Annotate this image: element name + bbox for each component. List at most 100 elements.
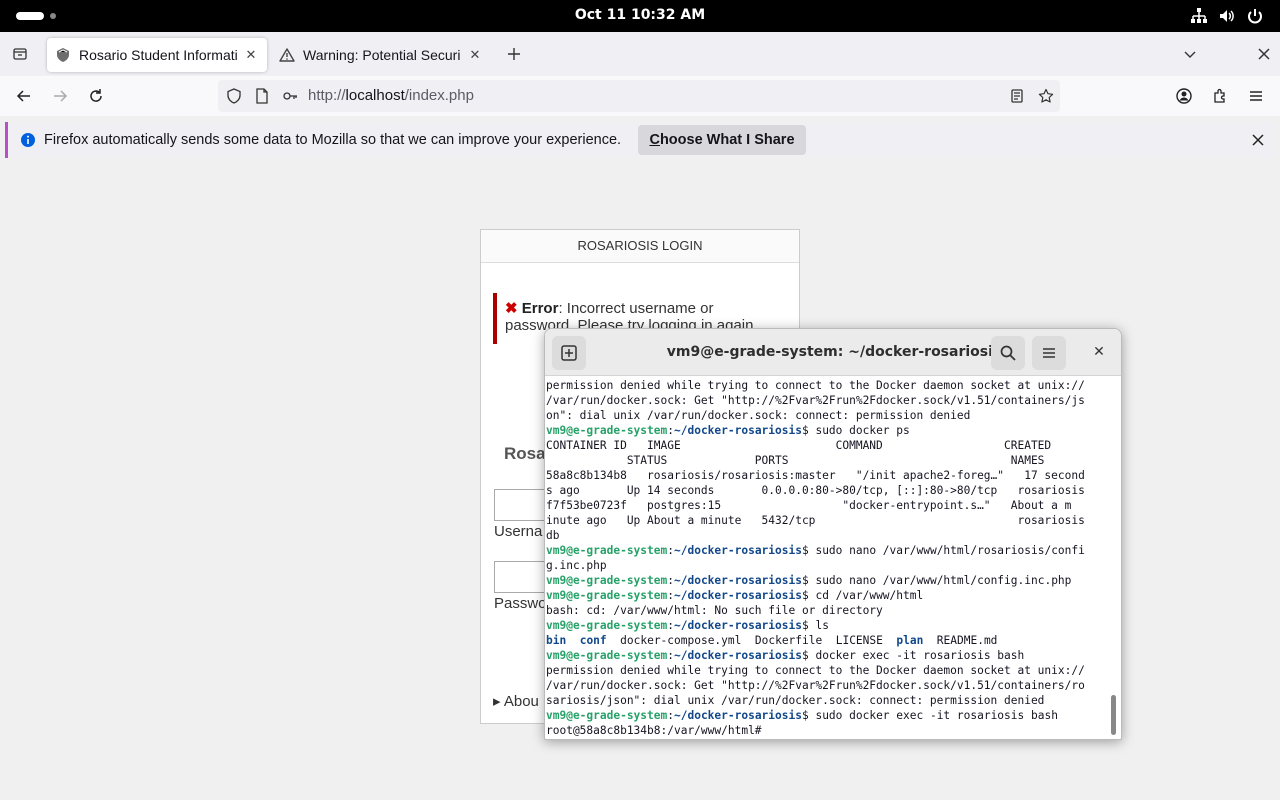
ls-file: README.md [936,634,998,647]
terminal-search-button[interactable] [991,336,1025,370]
ls-file: docker-compose.yml [620,634,742,647]
ls-gap [923,634,936,647]
prompt-path: ~/docker-rosariosis [674,619,802,632]
close-icon[interactable]: ✕ [243,47,259,63]
terminal-close-icon[interactable]: ✕ [1090,343,1108,361]
url-bar[interactable]: http://localhost/index.php [218,80,1060,112]
terminal-line: vm9@e-grade-system:~/docker-rosariosis$ … [546,573,1108,588]
account-icon[interactable] [1170,82,1198,110]
tab-list-chevron-down-icon[interactable] [1176,40,1204,68]
prompt-sep: : [667,544,674,557]
url-scheme: http:// [308,87,346,104]
ls-directory: plan [896,634,924,647]
prompt-path: ~/docker-rosariosis [674,649,802,662]
ls-directory: bin [546,634,567,647]
hamburger-menu-icon[interactable] [1242,82,1270,110]
ls-gap [566,634,579,647]
terminal-line: vm9@e-grade-system:~/docker-rosariosis$ … [546,648,1108,663]
prompt-path: ~/docker-rosariosis [674,574,802,587]
power-icon[interactable] [1246,7,1264,25]
reader-view-icon[interactable] [1003,82,1031,110]
page-icon[interactable] [248,82,276,110]
back-arrow-icon[interactable] [10,82,38,110]
terminal-line: CONTAINER ID IMAGE COMMAND CREATED [546,438,1108,453]
terminal-line: vm9@e-grade-system:~/docker-rosariosis$ … [546,423,1108,438]
output-text: f7f53be0723f postgres:15 "docker-entrypo… [546,499,1072,512]
command-text: $ cd /var/www/html [801,589,924,602]
terminal-line: /var/run/docker.sock: Get "http://%2Fvar… [546,678,1108,693]
network-icon[interactable] [1190,7,1208,25]
rosario-favicon-icon [55,47,71,63]
terminal-line: permission denied while trying to connec… [546,663,1108,678]
new-tab-icon[interactable] [500,40,528,68]
hamburger-icon [1040,344,1058,362]
forward-arrow-icon[interactable] [46,82,74,110]
close-icon[interactable]: ✕ [467,47,483,63]
command-text: $ sudo nano /var/www/html/rosariosis/con… [801,544,1085,557]
output-text: 58a8c8b134b8 rosariosis/rosariosis:maste… [546,469,1085,482]
prompt-path: ~/docker-rosariosis [674,589,802,602]
prompt-sep: : [667,424,674,437]
url-host: localhost [345,87,405,104]
output-text: g.inc.php [546,559,607,572]
about-toggle[interactable]: ▸ Abou [493,692,539,710]
prompt-path: ~/docker-rosariosis [674,544,802,557]
ls-gap [822,634,835,647]
command-text: $ sudo docker ps [801,424,910,437]
output-text: /var/run/docker.sock: Get "http://%2Fvar… [546,679,1085,692]
terminal-line: /var/run/docker.sock: Get "http://%2Fvar… [546,393,1108,408]
tracking-shield-icon[interactable] [220,82,248,110]
extensions-icon[interactable] [1206,82,1234,110]
clock[interactable]: Oct 11 10:32 AM [0,7,1280,23]
notification-text: Firefox automatically sends some data to… [44,132,622,148]
prompt-sep: : [667,619,674,632]
terminal-menu-button[interactable] [1032,336,1066,370]
bookmark-star-icon[interactable] [1032,82,1060,110]
terminal-line: vm9@e-grade-system:~/docker-rosariosis$ … [546,708,1108,723]
terminal-output[interactable]: permission denied while trying to connec… [546,377,1108,739]
prompt-sep: : [667,589,674,602]
ls-gap [607,634,620,647]
terminal-line: bash: cd: /var/www/html: No such file or… [546,603,1108,618]
volume-icon[interactable] [1218,7,1236,25]
output-text: sariosis/json": dial unix /var/run/docke… [546,694,1045,707]
button-label: hoose What I Share [659,132,795,148]
prompt-sep: : [667,574,674,587]
search-icon [999,344,1017,362]
url-path: /index.php [404,87,474,104]
notification-close-icon[interactable] [1244,126,1272,154]
key-icon[interactable] [276,82,304,110]
terminal-scrollbar[interactable] [1111,695,1116,735]
button-accel: C [649,132,660,148]
url-text[interactable]: http://localhost/index.php [308,87,474,104]
terminal-line: s ago Up 14 seconds 0.0.0.0:80->80/tcp, … [546,483,1108,498]
data-reporting-notification: Firefox automatically sends some data to… [5,122,1275,158]
terminal-line: on": dial unix /var/run/docker.sock: con… [546,408,1108,423]
command-text: $ sudo docker exec -it rosariosis bash [801,709,1058,722]
prompt-sep: : [667,649,674,662]
output-text: STATUS PORTS NAMES [546,454,1045,467]
password-label: Passwo [494,595,547,612]
terminal-line: 58a8c8b134b8 rosariosis/rosariosis:maste… [546,468,1108,483]
terminal-line: permission denied while trying to connec… [546,378,1108,393]
prompt-path: ~/docker-rosariosis [674,709,802,722]
ls-gap [883,634,896,647]
window-close-icon[interactable] [1250,40,1278,68]
output-text: permission denied while trying to connec… [546,664,1085,677]
prompt-user: vm9@e-grade-system [546,424,668,437]
ls-gap [741,634,754,647]
username-label: Userna [494,523,543,540]
firefox-view-icon[interactable] [6,40,34,68]
tab-label: Rosario Student Informati [79,47,237,63]
command-text: $ docker exec -it rosariosis bash [801,649,1025,662]
prompt-sep: : [667,709,674,722]
tab-warning[interactable]: Warning: Potential Securi ✕ [271,38,491,72]
tab-rosario[interactable]: Rosario Student Informati ✕ [47,38,267,72]
terminal-line: STATUS PORTS NAMES [546,453,1108,468]
terminal-header[interactable]: vm9@e-grade-system: ~/docker-rosariosis … [545,329,1121,376]
terminal-window[interactable]: vm9@e-grade-system: ~/docker-rosariosis … [544,328,1122,740]
choose-what-i-share-button[interactable]: Choose What I Share [638,125,806,155]
prompt-user: vm9@e-grade-system [546,574,668,587]
output-text: bash: cd: /var/www/html: No such file or… [546,604,883,617]
reload-icon[interactable] [82,82,110,110]
